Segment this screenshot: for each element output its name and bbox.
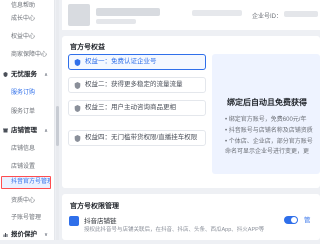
benefit-detail-panel: 绑定后自动且免费获得 • 绑定官方账号，免费600元/年 • 抖音账号与店铺名称…: [212, 54, 320, 174]
benefit-item-3[interactable]: 权益三：用户主动咨询商品更相: [68, 100, 206, 116]
account-meta-redacted: [96, 19, 136, 24]
sidebar-item-store-settings[interactable]: 店铺设置: [0, 161, 54, 173]
sidebar-item-rights-center[interactable]: 权益中心: [0, 31, 54, 43]
sidebar-item-store-info[interactable]: 店铺信息: [0, 143, 54, 155]
sidebar-item-official-account[interactable]: 抖音官方号管理: [1, 176, 51, 189]
sidebar-section-service[interactable]: 无忧服务 ∧: [0, 69, 54, 81]
chevron-down-icon: ∨: [43, 232, 48, 238]
permissions-card: 官方号权限管理 抖音店铺链 授权此抖音号与店铺关联后，在抖音、抖店、头条、西瓜A…: [62, 194, 320, 240]
account-tag-redacted: [192, 10, 242, 16]
benefit-detail-title: 绑定后自动且免费获得: [227, 98, 307, 107]
permission-description: 授权此抖音号与店铺关联后，在抖音、抖店、头条、西瓜App、抖火APP等: [84, 227, 265, 233]
benefit-icon: [74, 105, 81, 112]
shield-icon: [3, 72, 8, 77]
permission-name: 抖音店铺链: [84, 218, 117, 225]
account-id-label: 企业号ID：: [252, 14, 283, 20]
benefit-item-label: 权益一：免费认证企业号: [85, 58, 157, 65]
benefit-item-label: 权益二：获得更多稳定的流量流量: [85, 81, 183, 88]
sidebar-section-store-label: 店铺管理: [11, 127, 37, 134]
sidebar-section-report-label: 报价保护: [11, 231, 37, 238]
sidebar-section-store[interactable]: 店铺管理 ∧: [0, 125, 54, 137]
chevron-up-icon: ∧: [43, 72, 48, 78]
benefit-item-1[interactable]: 权益一：免费认证企业号: [68, 54, 206, 70]
benefit-item-2[interactable]: 权益二：获得更多稳定的流量流量: [68, 77, 206, 93]
account-id-redacted: [284, 11, 318, 17]
benefits-card: 官方号权益 权益一：免费认证企业号 权益二：获得更多稳定的流量流量 权益三：用户…: [62, 36, 320, 188]
store-icon: [3, 128, 8, 133]
permission-manage-link[interactable]: 管: [304, 214, 311, 224]
benefit-icon: [74, 82, 81, 89]
sidebar-nav: 信息帮助 成长中心 权益中心 商家保障中心 无忧服务 ∧ 服务订购 服务订单 店…: [0, 0, 55, 240]
permission-toggle[interactable]: [284, 216, 298, 224]
benefit-icon: [74, 135, 81, 142]
chart-icon: [3, 233, 8, 237]
benefit-item-label: 权益三：用户主动咨询商品更相: [85, 104, 176, 111]
avatar: [68, 4, 90, 26]
sidebar-item-info-help[interactable]: 信息帮助: [0, 0, 54, 12]
benefit-detail-line: 命名可显示企业号进行变更，更: [225, 149, 310, 155]
sidebar-item-growth-center[interactable]: 成长中心: [0, 13, 54, 25]
benefit-icon: [74, 59, 81, 66]
sidebar-item-sub-accounts[interactable]: 子账号管理: [0, 212, 54, 224]
benefits-card-title: 官方号权益: [70, 44, 105, 51]
permissions-card-title: 官方号权限管理: [70, 203, 119, 210]
sidebar-item-service-order[interactable]: 服务订购: [0, 87, 54, 99]
sidebar-item-qualification[interactable]: 资质中心: [0, 195, 54, 207]
account-name-redacted: [96, 8, 160, 16]
benefit-detail-line: • 绑定官方账号，免费600元/年: [225, 117, 307, 123]
chevron-up-icon: ∧: [43, 128, 48, 134]
benefit-detail-line: • 个体店、企业店，部分官方账号: [225, 139, 313, 145]
douyin-store-icon: [69, 216, 79, 226]
sidebar-item-service-list[interactable]: 服务订单: [0, 106, 54, 118]
sidebar-section-report[interactable]: 报价保护 ∨: [0, 229, 54, 240]
sidebar-item-merchant-protection[interactable]: 商家保障中心: [0, 49, 54, 61]
benefit-detail-line: • 抖音账号与店铺名称及店铺资质: [225, 128, 313, 134]
sidebar-section-service-label: 无忧服务: [11, 71, 37, 78]
benefit-item-label: 权益四：无门槛带货权限/直播挂车权限: [85, 134, 198, 141]
scrollbar-thumb[interactable]: [56, 106, 59, 146]
account-header: 企业号ID：: [62, 0, 320, 30]
sidebar-scrollbar[interactable]: [56, 0, 59, 240]
benefit-item-4[interactable]: 权益四：无门槛带货权限/直播挂车权限: [68, 130, 206, 146]
